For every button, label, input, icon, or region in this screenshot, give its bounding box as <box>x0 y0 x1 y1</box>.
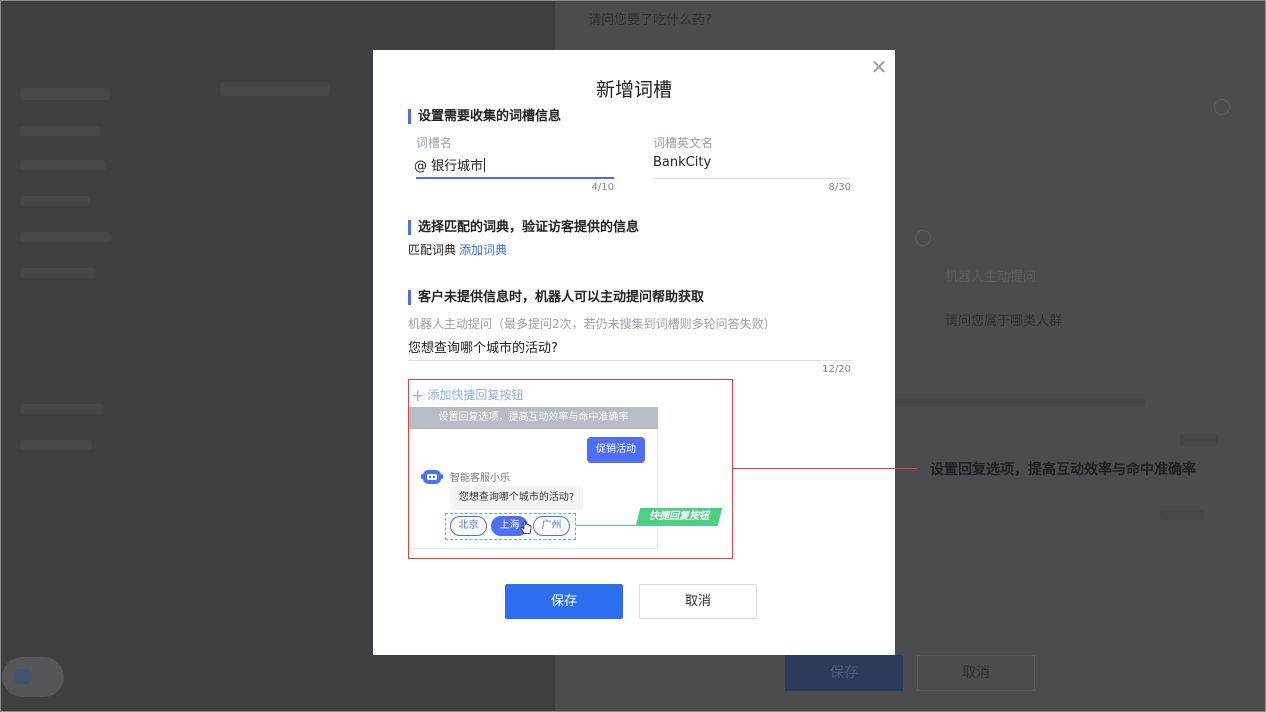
user-message-bubble: 促销活动 <box>587 437 645 463</box>
bg-placeholder <box>1180 434 1218 446</box>
slot-name-input[interactable]: @ 银行城市 <box>414 155 486 174</box>
match-dict-label: 匹配词典 <box>408 243 457 257</box>
slot-en-name-label: 词槽英文名 <box>653 136 714 150</box>
cancel-button[interactable]: 取消 <box>639 584 757 619</box>
quick-reply-tag: 快捷回复按钮 <box>635 508 723 526</box>
slot-en-name-underline <box>653 178 851 179</box>
bg-placeholder <box>20 160 106 170</box>
annotation-line <box>733 468 917 469</box>
bg-placeholder <box>20 268 96 278</box>
bot-question-count: 12/20 <box>822 364 851 375</box>
add-quick-reply-button[interactable]: + 添加快捷回复按钮 <box>411 386 523 405</box>
slot-en-name-input[interactable]: BankCity <box>653 155 711 170</box>
section-title-slot-info: 设置需要收集的词槽信息 <box>408 109 561 124</box>
bg-placeholder <box>1160 510 1204 520</box>
slot-name-count: 4/10 <box>591 182 614 193</box>
bot-question-hint: 机器人主动提问（最多提问2次，若仍未搜集到词槽则多轮问答失败） <box>408 317 776 331</box>
bg-placeholder <box>20 232 112 242</box>
bg-bot-question-value: 请问您属于哪类人群 <box>945 314 1063 329</box>
annotation-text: 设置回复选项，提高互动效率与命中准确率 <box>930 462 1196 478</box>
bot-question-input[interactable]: 您想查询哪个城市的活动? <box>408 337 558 356</box>
bg-circle-icon <box>1214 99 1230 115</box>
bg-placeholder <box>220 82 330 96</box>
tag-connector-line <box>576 525 638 526</box>
bg-cancel-button: 取消 <box>917 655 1035 691</box>
add-dictionary-link[interactable]: 添加词典 <box>459 241 507 258</box>
plus-icon: + <box>411 386 425 405</box>
hand-cursor-icon <box>520 521 532 534</box>
robot-icon <box>14 669 32 684</box>
section-title-dictionary: 选择匹配的词典，验证访客提供的信息 <box>408 220 639 235</box>
add-quick-reply-label: 添加快捷回复按钮 <box>427 388 524 402</box>
quick-reply-tag-label: 快捷回复按钮 <box>649 511 709 522</box>
bg-robot-launcher <box>2 657 64 697</box>
bg-placeholder <box>20 126 100 136</box>
bg-bot-question-label: 机器人主动提问 <box>945 270 1037 285</box>
quick-reply-chip[interactable]: 北京 <box>450 516 487 536</box>
robot-avatar-icon <box>421 470 443 484</box>
bg-save-button: 保存 <box>785 655 903 691</box>
slot-en-name-count: 8/30 <box>828 182 851 193</box>
bg-placeholder <box>20 196 90 206</box>
bg-placeholder <box>20 440 92 450</box>
text-caret <box>484 158 486 172</box>
bot-question-underline <box>408 360 851 361</box>
bg-question-text: 请问您要了吃什么药? <box>588 13 712 28</box>
quick-reply-chip[interactable]: 广州 <box>533 516 570 536</box>
bg-info-icon <box>915 230 931 246</box>
bot-name: 智能客服小乐 <box>450 473 510 484</box>
slot-name-value: @ 银行城市 <box>414 159 484 174</box>
slot-name-underline <box>416 177 614 179</box>
bg-placeholder <box>20 404 104 414</box>
save-button[interactable]: 保存 <box>505 584 623 619</box>
section-title-bot-question: 客户未提供信息时，机器人可以主动提问帮助获取 <box>408 290 704 305</box>
bot-message-bubble: 您想查询哪个城市的活动? <box>450 486 583 510</box>
bg-placeholder <box>20 88 110 100</box>
chat-preview-banner: 设置回复选项，提高互动效率与命中准确率 <box>409 407 658 429</box>
slot-name-label: 词槽名 <box>416 136 453 150</box>
bg-placeholder <box>880 398 1145 407</box>
dialog-title: 新增词槽 <box>595 79 672 101</box>
